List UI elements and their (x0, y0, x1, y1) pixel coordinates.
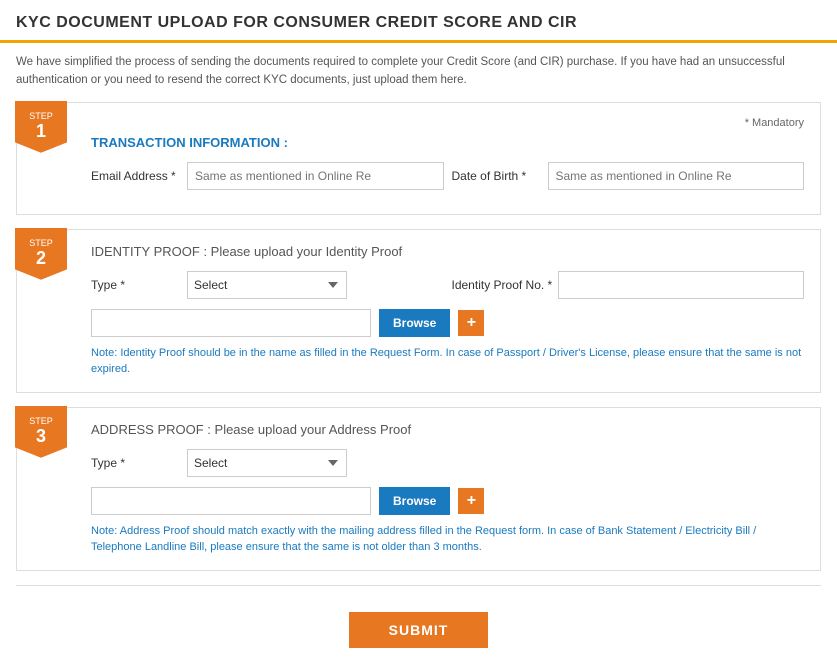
page-wrapper: KYC DOCUMENT UPLOAD FOR CONSUMER CREDIT … (0, 0, 837, 668)
page-title: KYC DOCUMENT UPLOAD FOR CONSUMER CREDIT … (16, 14, 821, 32)
address-file-input-box (91, 487, 371, 515)
step2-subtitle: : Please upload your Identity Proof (200, 244, 402, 259)
step1-heading: TRANSACTION INFORMATION : (91, 135, 804, 150)
address-browse-button[interactable]: Browse (379, 487, 450, 515)
step1-badge: STEP 1 (15, 101, 67, 153)
identity-type-label: Type * (91, 278, 181, 292)
identity-no-label: Identity Proof No. * (452, 278, 553, 292)
email-label: Email Address * (91, 169, 181, 183)
address-file-row: Browse + (91, 487, 804, 515)
mandatory-note: * Mandatory (91, 117, 804, 129)
step3-title: ADDRESS PROOF (91, 422, 204, 437)
identity-type-row: Type * Select PAN Card Passport Voter ID… (91, 271, 804, 299)
identity-note: Note: Identity Proof should be in the na… (91, 345, 804, 378)
transaction-info-row: Email Address * Date of Birth * (91, 162, 804, 190)
step3-num: 3 (36, 427, 46, 447)
address-add-button[interactable]: + (458, 488, 484, 514)
step2-content: IDENTITY PROOF : Please upload your Iden… (91, 244, 804, 378)
step2-section: STEP 2 IDENTITY PROOF : Please upload yo… (16, 229, 821, 393)
step1-num: 1 (36, 122, 46, 142)
identity-no-group: Identity Proof No. * (452, 271, 805, 299)
identity-type-group: Type * Select PAN Card Passport Voter ID… (91, 271, 444, 299)
identity-browse-button[interactable]: Browse (379, 309, 450, 337)
step3-subtitle: : Please upload your Address Proof (204, 422, 411, 437)
step3-badge: STEP 3 (15, 406, 67, 458)
page-description: We have simplified the process of sendin… (0, 43, 837, 102)
identity-no-input[interactable] (558, 271, 804, 299)
step3-heading: ADDRESS PROOF : Please upload your Addre… (91, 422, 804, 437)
address-note: Note: Address Proof should match exactly… (91, 523, 804, 556)
email-input[interactable] (187, 162, 444, 190)
dob-group: Date of Birth * (452, 162, 805, 190)
step1-section: STEP 1 * Mandatory TRANSACTION INFORMATI… (16, 102, 821, 215)
step1-content: * Mandatory TRANSACTION INFORMATION : Em… (91, 117, 804, 190)
submit-row: SUBMIT (0, 596, 837, 668)
identity-add-button[interactable]: + (458, 310, 484, 336)
address-type-group: Type * Select Passport Voter ID Driving … (91, 449, 804, 477)
address-type-select[interactable]: Select Passport Voter ID Driving License… (187, 449, 347, 477)
identity-file-row: Browse + (91, 309, 804, 337)
dob-input[interactable] (548, 162, 805, 190)
step2-badge: STEP 2 (15, 228, 67, 280)
identity-type-select[interactable]: Select PAN Card Passport Voter ID Drivin… (187, 271, 347, 299)
dob-label: Date of Birth * (452, 169, 542, 183)
step2-heading: IDENTITY PROOF : Please upload your Iden… (91, 244, 804, 259)
submit-button[interactable]: SUBMIT (349, 612, 489, 648)
step2-num: 2 (36, 249, 46, 269)
identity-file-input-box (91, 309, 371, 337)
email-group: Email Address * (91, 162, 444, 190)
footer-divider (16, 585, 821, 586)
address-type-label: Type * (91, 456, 181, 470)
step3-content: ADDRESS PROOF : Please upload your Addre… (91, 422, 804, 556)
step3-section: STEP 3 ADDRESS PROOF : Please upload you… (16, 407, 821, 571)
page-header: KYC DOCUMENT UPLOAD FOR CONSUMER CREDIT … (0, 0, 837, 43)
step2-title: IDENTITY PROOF (91, 244, 200, 259)
address-type-row: Type * Select Passport Voter ID Driving … (91, 449, 804, 477)
